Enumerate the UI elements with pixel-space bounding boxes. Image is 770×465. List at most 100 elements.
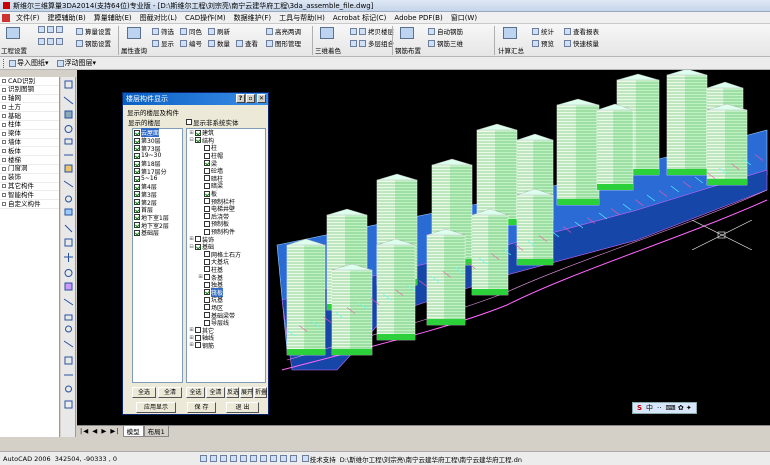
view3d-button[interactable]: 三维着色 xyxy=(315,45,341,55)
menu-compare[interactable]: 图截对比(L) xyxy=(136,13,181,23)
checkbox-icon[interactable] xyxy=(204,251,210,258)
menu-acrobat[interactable]: Acrobat 标记(C) xyxy=(329,13,391,23)
tree-node[interactable]: 梁 xyxy=(187,159,265,168)
count-button[interactable]: 数量 xyxy=(208,38,230,48)
comp-clear-all-button[interactable]: 全清 xyxy=(206,387,225,398)
calc-settings-button[interactable]: 算量设置 xyxy=(76,26,111,36)
menu-pdf[interactable]: Adobe PDF(B) xyxy=(390,14,446,22)
highlight-button[interactable]: 高亮两调 xyxy=(266,26,301,36)
checkbox-icon[interactable] xyxy=(204,289,210,296)
checkbox-icon[interactable] xyxy=(134,229,140,236)
auto-rebar-button[interactable]: 自动钢筋 xyxy=(428,26,463,36)
floor-select-all-button[interactable]: 全选 xyxy=(132,387,156,398)
check-button[interactable]: 查看 xyxy=(236,38,258,48)
expand-icon[interactable]: ⊞ xyxy=(189,335,194,341)
tab-layout1[interactable]: 布局1 xyxy=(143,425,169,437)
checkbox-icon[interactable] xyxy=(195,334,201,341)
floor-clear-all-button[interactable]: 全清 xyxy=(158,387,182,398)
tree-node[interactable]: 暗柱 xyxy=(187,175,265,183)
checkbox-icon[interactable] xyxy=(204,274,210,281)
show-nonsys-checkbox[interactable]: 显示非系统实体 xyxy=(186,117,239,127)
checkbox-icon[interactable] xyxy=(204,190,210,197)
checkbox-icon[interactable] xyxy=(134,152,140,159)
menu-data[interactable]: 数据维护(F) xyxy=(230,13,276,23)
view-report-button[interactable]: 查看报表 xyxy=(564,26,599,36)
menu-file[interactable]: 文件(F) xyxy=(12,13,44,23)
floor-list[interactable]: 云屋面 第30层 第73层 19~30 第18层 第17层分 5~16 第4层 第3层 第2层 首层… xyxy=(132,128,183,383)
expand-icon[interactable]: ⊟ xyxy=(189,244,194,250)
expand-icon[interactable]: ⊞ xyxy=(189,327,194,333)
calc-summary-button[interactable]: 计算汇总 xyxy=(498,45,524,55)
tree-node[interactable]: ⊞ 钢筋 xyxy=(187,342,265,350)
attr-query-icon[interactable] xyxy=(127,27,141,39)
rebar-settings-button[interactable]: 钢筋设置 xyxy=(76,38,111,48)
filter-button[interactable]: 筛选 xyxy=(152,26,174,36)
tree-node[interactable]: 柱基 xyxy=(187,266,265,274)
tree-node[interactable]: ⊞ 建筑 xyxy=(187,129,265,137)
checkbox-icon[interactable] xyxy=(134,222,140,229)
floor-item[interactable]: 第17层分 xyxy=(133,167,182,176)
undo-icons[interactable] xyxy=(38,38,64,45)
show-button[interactable]: 显示 xyxy=(152,38,174,48)
apply-display-button[interactable]: 应用显示 xyxy=(136,402,176,413)
checkbox-icon[interactable] xyxy=(204,213,210,220)
checkbox-icon[interactable] xyxy=(195,243,201,250)
floor-item[interactable]: 基础层 xyxy=(133,229,182,237)
checkbox-icon[interactable] xyxy=(204,296,210,303)
checkbox-icon[interactable] xyxy=(195,236,201,243)
project-settings-button[interactable]: 工程设置 xyxy=(1,45,27,55)
checkbox-icon[interactable] xyxy=(134,137,140,144)
same-color-button[interactable]: 同色 xyxy=(180,26,202,36)
comp-select-all-button[interactable]: 全选 xyxy=(186,387,205,398)
ime-toolbar[interactable]: S 中 ·· ⌨ ✿ ✦ xyxy=(632,402,697,414)
quick-check-button[interactable]: 快速核量 xyxy=(564,38,599,48)
expand-button[interactable]: 展开 xyxy=(240,387,253,398)
checkbox-icon[interactable] xyxy=(204,205,210,212)
attr-query-button[interactable]: 属性查询 xyxy=(121,45,147,55)
multi-combine-button[interactable]: 多层组合 xyxy=(350,38,394,48)
checkbox-icon[interactable] xyxy=(204,182,210,189)
tree-node[interactable]: 大基坑 xyxy=(187,258,265,266)
menu-window[interactable]: 窗口(W) xyxy=(447,13,481,23)
view3d-icon[interactable] xyxy=(320,27,334,39)
collapse-button[interactable]: 折叠 xyxy=(254,387,267,398)
expand-icon[interactable]: ⊟ xyxy=(189,137,194,143)
tree-node[interactable]: 筏板 xyxy=(187,287,265,297)
checkbox-icon[interactable] xyxy=(204,304,210,311)
tree-node[interactable]: 暗梁 xyxy=(187,182,265,190)
invert-button[interactable]: 反选 xyxy=(226,387,239,398)
rebar-3d-button[interactable]: 钢筋三维 xyxy=(428,38,463,48)
checkbox-icon[interactable] xyxy=(134,168,140,175)
import-drawing-button[interactable]: 导入图纸 ▾ xyxy=(9,58,49,68)
expand-icon[interactable]: ⊞ xyxy=(189,130,194,136)
tree-node[interactable]: 独基 xyxy=(187,281,265,289)
preview-button[interactable]: 预览 xyxy=(532,38,554,48)
tree-node[interactable]: ⊞ 条基 xyxy=(187,273,265,282)
checkbox-icon[interactable] xyxy=(134,129,140,136)
rebar-layout-icon[interactable] xyxy=(400,27,414,39)
exit-button[interactable]: 退 出 xyxy=(226,402,259,413)
checkbox-icon[interactable] xyxy=(134,206,140,213)
expand-icon[interactable]: ⊞ xyxy=(198,274,203,280)
calc-summary-icon[interactable] xyxy=(503,27,517,39)
checkbox-icon[interactable] xyxy=(204,144,210,151)
graphic-manage-button[interactable]: 图形管理 xyxy=(266,38,301,48)
tree-node[interactable]: 预制构件 xyxy=(187,228,265,236)
tree-node[interactable]: ⊟ 结构 xyxy=(187,137,265,145)
tree-node[interactable]: 导层线 xyxy=(187,319,265,327)
float-layer-button[interactable]: 浮动图层 ▾ xyxy=(56,58,96,68)
help-icon[interactable]: ? xyxy=(236,94,245,103)
checkbox-icon[interactable] xyxy=(195,129,201,136)
checkbox-icon[interactable] xyxy=(204,160,210,167)
expand-icon[interactable]: ⊞ xyxy=(189,236,194,242)
open-icons[interactable] xyxy=(38,26,64,33)
tree-node[interactable]: 坑基 xyxy=(187,296,265,304)
refresh-button[interactable]: 刷新 xyxy=(208,26,230,36)
checkbox-icon[interactable] xyxy=(134,191,140,198)
checkbox-icon[interactable] xyxy=(204,175,210,182)
menu-tools[interactable]: 工具与帮助(H) xyxy=(275,13,329,23)
expand-icon[interactable]: ⊞ xyxy=(189,342,194,348)
tree-node[interactable]: 砼墙 xyxy=(187,167,265,175)
checkbox-icon[interactable] xyxy=(204,167,210,174)
copy-floor-button[interactable]: 拷贝楼层 xyxy=(350,26,394,36)
